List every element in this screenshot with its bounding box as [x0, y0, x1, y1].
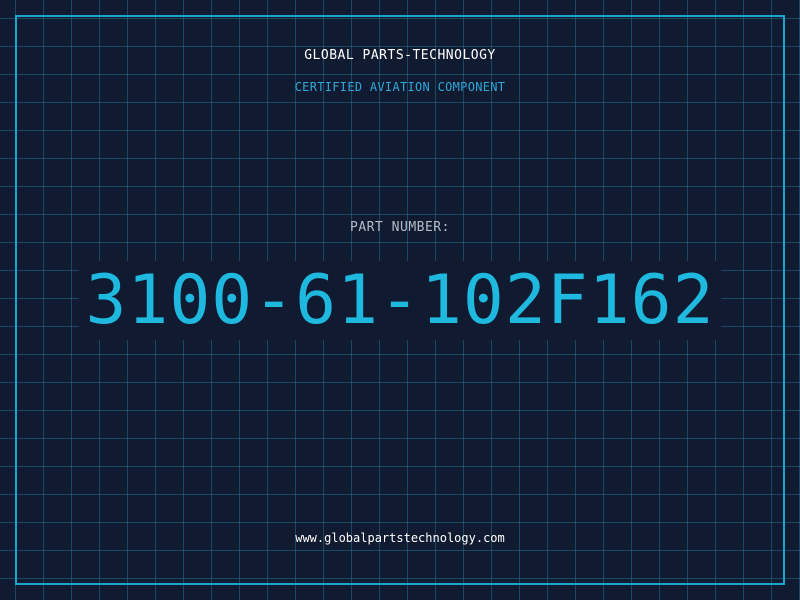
website-url: www.globalpartstechnology.com [295, 531, 505, 545]
part-number-label: PART NUMBER: [350, 220, 450, 235]
part-number-display: 3100-61-102F162 [0, 261, 800, 340]
company-name: GLOBAL PARTS-TECHNOLOGY [304, 48, 496, 63]
part-number-value: 3100-61-102F162 [79, 261, 721, 340]
certification-tagline: CERTIFIED AVIATION COMPONENT [294, 80, 506, 94]
part-label-card: GLOBAL PARTS-TECHNOLOGY CERTIFIED AVIATI… [0, 0, 800, 600]
